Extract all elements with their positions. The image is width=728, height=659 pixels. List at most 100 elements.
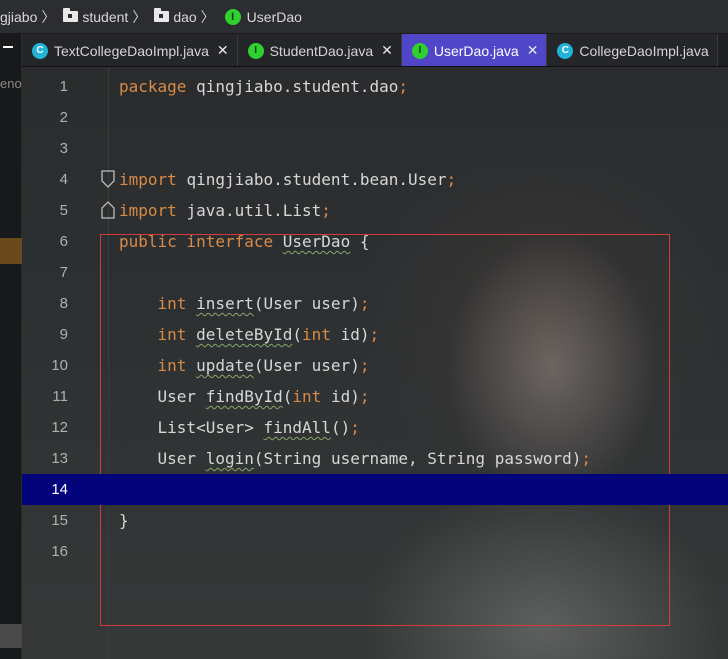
code-token: ; <box>369 325 380 344</box>
collapse-icon[interactable] <box>3 46 13 48</box>
tab-collegedaoimpl[interactable]: C CollegeDaoImpl.java <box>547 34 718 66</box>
code-line[interactable]: 15} <box>22 505 728 536</box>
panel-truncated-text: enov <box>0 76 22 91</box>
line-number[interactable]: 16 <box>22 536 68 567</box>
close-tab-icon[interactable]: ✕ <box>381 42 393 59</box>
line-number[interactable]: 13 <box>22 443 68 474</box>
fold-collapse-icon[interactable] <box>100 170 116 188</box>
chevron-right-icon: 〉 <box>132 8 147 25</box>
tab-textcollegedaoimpl[interactable]: C TextCollegeDaoImpl.java ✕ <box>22 34 238 66</box>
line-number[interactable]: 9 <box>22 319 68 350</box>
identifier-token: UserDao <box>282 232 351 251</box>
line-number[interactable]: 7 <box>22 257 68 288</box>
code-text[interactable]: } <box>119 505 129 536</box>
identifier-token: deleteById <box>196 325 293 344</box>
line-number[interactable]: 12 <box>22 412 68 443</box>
class-icon: C <box>557 42 574 59</box>
line-number[interactable]: 4 <box>22 164 68 195</box>
line-number[interactable]: 6 <box>22 226 68 257</box>
code-text[interactable]: import qingjiabo.student.bean.User; <box>119 164 456 195</box>
code-token: ; <box>446 170 457 189</box>
code-text[interactable]: List<User> findAll(); <box>119 412 360 443</box>
line-number[interactable]: 11 <box>22 381 68 412</box>
tab-userdao[interactable]: I UserDao.java ✕ <box>401 34 548 66</box>
code-line[interactable]: 10 int update(User user); <box>22 350 728 381</box>
code-token: ; <box>359 294 370 313</box>
code-text[interactable]: int deleteById(int id); <box>119 319 380 350</box>
identifier-token: update <box>196 356 254 375</box>
selected-tree-item-marker[interactable] <box>0 238 22 264</box>
code-token: (User user) <box>253 294 360 313</box>
identifier-token: findAll <box>263 418 331 437</box>
code-line[interactable]: 12 List<User> findAll(); <box>22 412 728 443</box>
code-line[interactable]: 6 public interface UserDao { <box>22 226 728 257</box>
identifier-token: login <box>205 449 254 468</box>
folder-icon <box>63 8 79 22</box>
breadcrumb-item-project[interactable]: gjiabo <box>0 9 37 25</box>
code-line[interactable]: 14 <box>22 474 728 505</box>
code-token: } <box>119 511 129 530</box>
line-number[interactable]: 2 <box>22 102 68 133</box>
breadcrumb: gjiabo 〉 student 〉 dao 〉 I UserDao <box>0 0 728 34</box>
line-number[interactable]: 15 <box>22 505 68 536</box>
editor-tab-bar: C TextCollegeDaoImpl.java ✕ I StudentDao.jav… <box>22 34 728 67</box>
breadcrumb-item-student[interactable]: student <box>57 8 129 25</box>
interface-icon: I <box>411 42 428 59</box>
code-token: ; <box>350 418 360 437</box>
code-line[interactable]: 8 int insert(User user); <box>22 288 728 319</box>
code-text[interactable]: int insert(User user); <box>119 288 370 319</box>
breadcrumb-item-dao[interactable]: dao <box>148 8 197 25</box>
code-editor[interactable]: 1 package qingjiabo.student.dao; 2 3 4 import… <box>22 67 728 659</box>
breadcrumb-label: student <box>82 8 129 25</box>
close-tab-icon[interactable]: ✕ <box>527 42 539 59</box>
code-text[interactable]: public interface UserDao { <box>119 226 369 257</box>
code-line[interactable]: 5 import java.util.List; <box>22 195 728 226</box>
tree-item-marker[interactable] <box>0 624 22 648</box>
breadcrumb-item-userdao[interactable]: I UserDao <box>217 8 302 25</box>
code-text[interactable]: User login(String username, String passw… <box>119 443 592 474</box>
code-line[interactable]: 11 User findById(int id); <box>22 381 728 412</box>
code-line[interactable]: 2 <box>22 102 728 133</box>
code-text[interactable]: int update(User user); <box>119 350 370 381</box>
code-line[interactable]: 9 int deleteById(int id); <box>22 319 728 350</box>
code-token: (User user) <box>253 356 360 375</box>
code-token: ; <box>398 77 408 96</box>
line-number[interactable]: 5 <box>22 195 68 226</box>
code-line[interactable]: 3 <box>22 133 728 164</box>
code-text[interactable]: package qingjiabo.student.dao; <box>119 71 408 102</box>
tab-studentdao[interactable]: I StudentDao.java ✕ <box>237 34 402 66</box>
code-token: java.util.List <box>186 201 322 220</box>
line-number[interactable]: 1 <box>22 71 68 102</box>
code-token: List<User> <box>119 418 264 437</box>
chevron-right-icon: 〉 <box>41 8 56 25</box>
code-line[interactable]: 13 User login(String username, String pa… <box>22 443 728 474</box>
code-token: User <box>119 449 206 468</box>
fold-end-icon[interactable] <box>100 201 116 219</box>
keyword-token: public interface <box>119 232 283 251</box>
keyword-token: import <box>119 170 187 189</box>
code-token: { <box>350 232 370 251</box>
close-tab-icon[interactable]: ✕ <box>217 42 229 59</box>
code-line[interactable]: 1 package qingjiabo.student.dao; <box>22 71 728 102</box>
keyword-token: int <box>157 356 197 375</box>
code-line[interactable]: 16 <box>22 536 728 567</box>
code-line[interactable]: 7 <box>22 257 728 288</box>
tab-label: TextCollegeDaoImpl.java <box>54 42 209 59</box>
line-number[interactable]: 8 <box>22 288 68 319</box>
code-token: id) <box>330 387 360 406</box>
code-token: ; <box>321 201 331 220</box>
line-number[interactable]: 3 <box>22 133 68 164</box>
code-token: ; <box>359 387 370 406</box>
keyword-token: int <box>157 325 197 344</box>
code-token: qingjiabo.student.dao <box>196 77 399 96</box>
code-text[interactable]: import java.util.List; <box>119 195 331 226</box>
code-line[interactable]: 4 import qingjiabo.student.bean.User; <box>22 164 728 195</box>
tab-label: UserDao.java <box>433 42 519 59</box>
line-number[interactable]: 10 <box>22 350 68 381</box>
code-text[interactable]: User findById(int id); <box>119 381 370 412</box>
code-token: (String username, String password) <box>253 449 582 468</box>
code-token: ( <box>282 387 293 406</box>
line-number[interactable]: 14 <box>22 474 68 505</box>
